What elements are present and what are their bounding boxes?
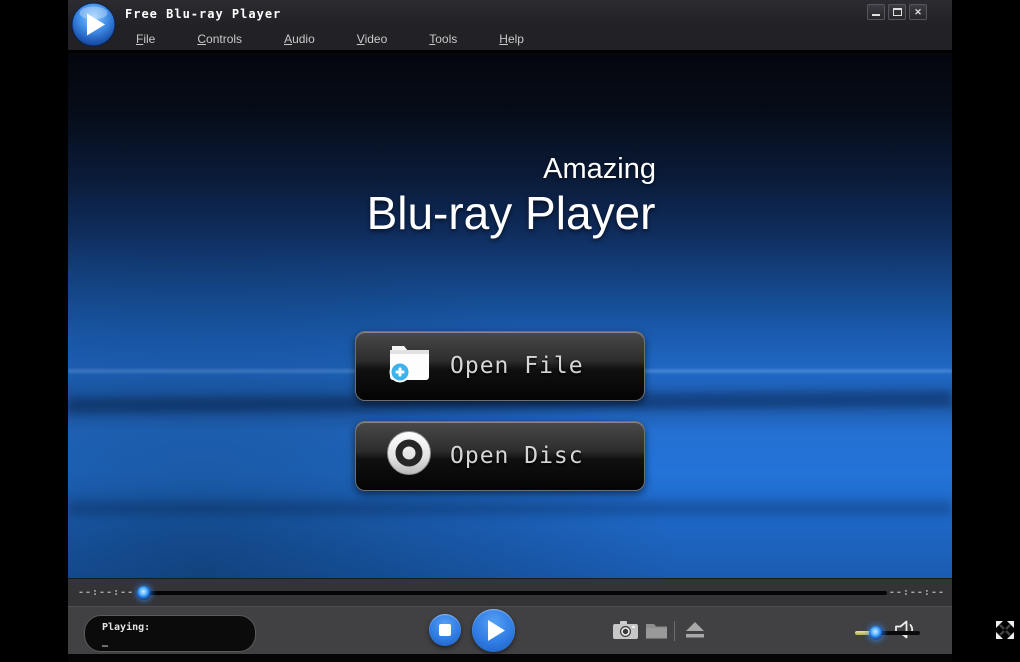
- fullscreen-icon: [996, 621, 1014, 639]
- menu-item-video[interactable]: Video: [357, 32, 387, 46]
- menu-item-audio[interactable]: Audio: [284, 32, 315, 46]
- window-bottom-edge: [68, 654, 952, 662]
- app-window: Free Blu-ray Player ✕ File Controls Audi…: [68, 0, 1014, 662]
- folder-add-icon: [386, 341, 432, 391]
- window-title: Free Blu-ray Player: [125, 7, 282, 21]
- open-disc-label: Open Disc: [450, 443, 584, 469]
- control-bar: Playing: _: [68, 606, 1014, 654]
- snapshot-camera-icon: [613, 621, 638, 639]
- menu-item-tools[interactable]: Tools: [429, 32, 457, 46]
- play-icon: [488, 620, 505, 641]
- menu-item-controls[interactable]: Controls: [197, 32, 242, 46]
- hero-title: Blu-ray Player: [366, 187, 656, 239]
- window-controls: ✕: [867, 4, 927, 20]
- seek-thumb[interactable]: [136, 586, 151, 600]
- eject-button[interactable]: [685, 622, 705, 643]
- open-file-button[interactable]: Open File: [355, 331, 645, 401]
- seek-bar-row: --:--:-- --:--:--: [68, 578, 952, 606]
- playing-label: Playing:: [102, 622, 151, 633]
- title-bar: Free Blu-ray Player ✕: [68, 0, 952, 28]
- stop-button[interactable]: [429, 614, 461, 646]
- now-playing-box: Playing: _: [84, 615, 256, 652]
- play-button[interactable]: [472, 609, 515, 652]
- volume-track[interactable]: [855, 631, 920, 635]
- minimize-icon: [872, 14, 880, 16]
- menu-item-help[interactable]: Help: [499, 32, 524, 46]
- wallpaper-shade: [68, 53, 952, 578]
- seek-track[interactable]: [136, 586, 887, 600]
- open-folder-button[interactable]: [645, 621, 668, 644]
- menu-item-file[interactable]: File: [136, 32, 155, 46]
- open-disc-button[interactable]: Open Disc: [355, 421, 645, 491]
- eject-icon: [686, 622, 704, 638]
- close-icon: ✕: [914, 6, 922, 17]
- folder-icon: [646, 624, 667, 639]
- close-button[interactable]: ✕: [909, 4, 927, 20]
- playing-value: _: [102, 636, 109, 647]
- hero-text: Amazing Blu-ray Player: [350, 153, 672, 239]
- fullscreen-button[interactable]: [996, 621, 1014, 644]
- control-separator: [674, 621, 675, 641]
- play-logo-icon: [71, 2, 116, 47]
- open-file-label: Open File: [450, 353, 584, 379]
- remaining-time: --:--:--: [888, 587, 945, 598]
- stop-icon: [439, 624, 451, 636]
- maximize-button[interactable]: [888, 4, 906, 20]
- menu-bar: File Controls Audio Video Tools Help: [68, 28, 952, 50]
- video-display-area: Amazing Blu-ray Player Open File Open Di…: [68, 53, 952, 578]
- volume-slider[interactable]: [855, 626, 920, 640]
- minimize-button[interactable]: [867, 4, 885, 20]
- disc-icon: [386, 430, 432, 482]
- volume-thumb[interactable]: [868, 626, 883, 640]
- snapshot-camera-button[interactable]: [613, 621, 638, 645]
- hero-tagline: Amazing: [543, 153, 656, 185]
- maximize-icon: [892, 8, 902, 16]
- elapsed-time: --:--:--: [78, 587, 135, 598]
